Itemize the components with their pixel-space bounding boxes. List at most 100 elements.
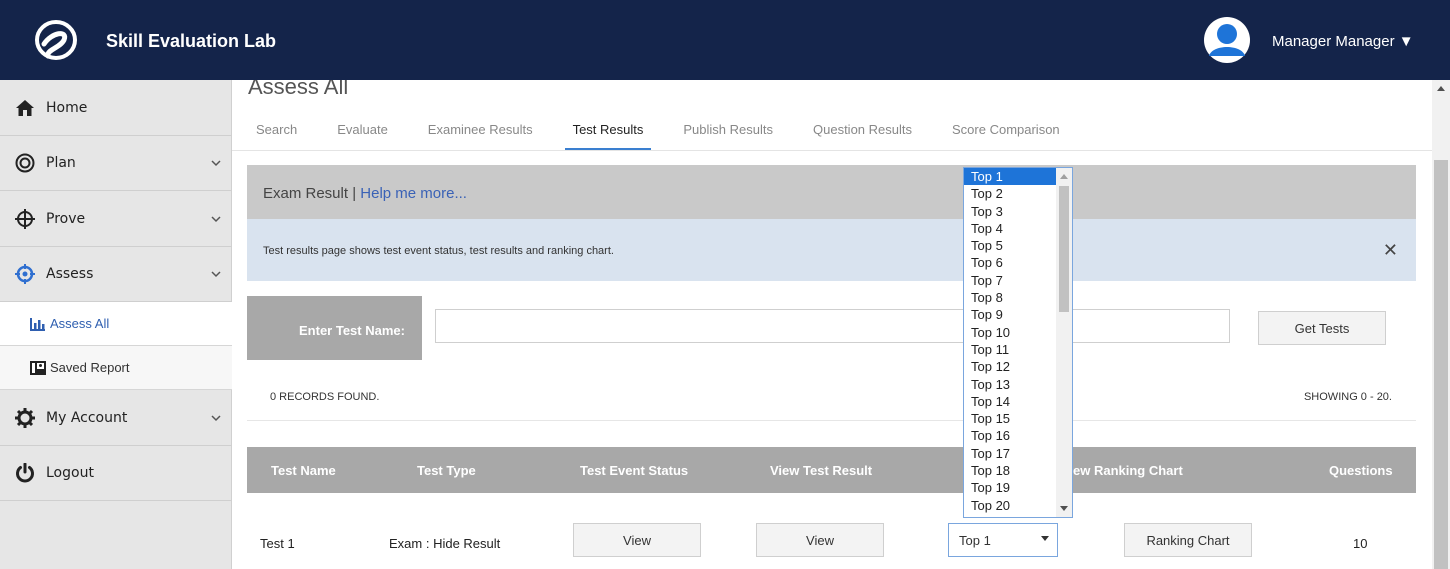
sidebar: Home Plan Prove Assess Assess All Saved …: [0, 80, 232, 569]
sidebar-item-label: Assess: [46, 266, 94, 282]
questions-cell: 10: [1353, 536, 1368, 551]
dropdown-option[interactable]: Top 4: [964, 220, 1056, 237]
dropdown-option[interactable]: Top 20: [964, 497, 1056, 514]
test-name-input[interactable]: [435, 309, 1230, 343]
tab-score-comparison[interactable]: Score Comparison: [944, 110, 1068, 150]
records-count: 0 RECORDS FOUND.: [270, 391, 380, 403]
scroll-down-icon[interactable]: [1060, 506, 1068, 511]
top-header: Skill Evaluation Lab Manager Manager ▼: [0, 0, 1450, 80]
dropdown-option[interactable]: Top 9: [964, 306, 1056, 323]
sidebar-item-label: Home: [46, 99, 88, 116]
chevron-down-icon[interactable]: [210, 412, 222, 424]
chevron-down-icon[interactable]: [210, 268, 222, 280]
dropdown-option[interactable]: Top 14: [964, 393, 1056, 410]
tab-evaluate[interactable]: Evaluate: [329, 110, 396, 150]
page-scrollbar[interactable]: [1432, 80, 1450, 569]
dropdown-option[interactable]: Top 10: [964, 324, 1056, 341]
home-icon: [14, 97, 36, 119]
table-row: Test 1 Exam : Hide Result View View Rank…: [247, 518, 1416, 568]
sidebar-item-label: Plan: [46, 155, 76, 171]
sidebar-item-prove[interactable]: Prove: [0, 191, 232, 247]
help-link[interactable]: Help me more...: [360, 185, 467, 202]
sidebar-subitem-label: Saved Report: [50, 360, 130, 375]
dropdown-option[interactable]: Top 15: [964, 410, 1056, 427]
column-header: Test Event Status: [580, 463, 689, 478]
dropdown-option[interactable]: Top 19: [964, 479, 1056, 496]
sidebar-item-logout[interactable]: Logout: [0, 446, 232, 501]
app-title[interactable]: Skill Evaluation Lab: [106, 31, 276, 52]
e-script-logo-icon[interactable]: [34, 18, 82, 62]
dropdown-option[interactable]: Top 7: [964, 272, 1056, 289]
dropdown-option[interactable]: Top 11: [964, 341, 1056, 358]
column-header: ew Ranking Chart: [1073, 463, 1183, 478]
sidebar-item-plan[interactable]: Plan: [0, 136, 232, 191]
dropdown-option[interactable]: Top 13: [964, 376, 1056, 393]
dropdown-option[interactable]: Top 2: [964, 185, 1056, 202]
dropdown-option[interactable]: Top 3: [964, 203, 1056, 220]
top-rank-dropdown-list[interactable]: Top 1 Top 2 Top 3 Top 4 Top 5 Top 6 Top 7 Top 8…: [963, 167, 1073, 518]
ranking-chart-button[interactable]: Ranking Chart: [1124, 523, 1252, 557]
sidebar-item-assess[interactable]: Assess: [0, 247, 232, 302]
dropdown-option[interactable]: Top 8: [964, 289, 1056, 306]
assess-target-icon: [14, 263, 36, 285]
chevron-down-icon[interactable]: [210, 157, 222, 169]
bar-chart-icon: [30, 317, 45, 331]
target-ring-icon: [14, 152, 36, 174]
panel-title: Exam Result |: [263, 185, 361, 202]
scroll-up-icon[interactable]: [1060, 174, 1068, 179]
sidebar-subitem-assess-all[interactable]: Assess All: [0, 302, 232, 346]
page-title: Assess All: [248, 80, 349, 99]
chevron-down-icon[interactable]: [210, 213, 222, 225]
sidebar-item-home[interactable]: Home: [0, 80, 232, 136]
scrollbar-thumb[interactable]: [1434, 160, 1448, 569]
test-type-cell: Exam : Hide Result: [389, 536, 501, 551]
power-icon: [14, 462, 36, 484]
chevron-down-icon: [1041, 536, 1049, 541]
showing-range: SHOWING 0 - 20.: [1303, 391, 1392, 403]
tab-test-results[interactable]: Test Results: [564, 110, 652, 150]
sidebar-item-label: Prove: [46, 210, 86, 227]
tab-question-results[interactable]: Question Results: [805, 110, 920, 150]
dropdown-option[interactable]: Top 12: [964, 358, 1056, 375]
user-avatar-icon[interactable]: [1196, 16, 1258, 64]
dropdown-option[interactable]: Top 16: [964, 427, 1056, 444]
top-rank-select[interactable]: Top 1: [948, 523, 1058, 557]
main-content: Assess All Search Evaluate Examinee Resu…: [232, 80, 1432, 569]
test-event-status-view-button[interactable]: View: [573, 523, 701, 557]
column-header: Test Type: [417, 463, 476, 478]
column-header: Questions: [1329, 463, 1393, 478]
sidebar-subitem-saved-report[interactable]: Saved Report: [0, 346, 232, 390]
tab-search[interactable]: Search: [248, 110, 305, 150]
dropdown-option[interactable]: Top 5: [964, 237, 1056, 254]
scroll-up-icon[interactable]: [1437, 86, 1445, 91]
tab-examinee-results[interactable]: Examinee Results: [420, 110, 541, 150]
crosshair-icon: [14, 208, 36, 230]
sidebar-item-label: Logout: [46, 465, 94, 481]
get-tests-button[interactable]: Get Tests: [1258, 311, 1386, 345]
tabs-divider: [232, 150, 1432, 151]
divider: [247, 420, 1416, 421]
gear-icon: [14, 407, 36, 429]
panel-header: Exam Result | Help me more...: [247, 165, 1416, 219]
dropdown-option[interactable]: Top 17: [964, 445, 1056, 462]
info-text: Test results page shows test event statu…: [263, 245, 614, 257]
close-icon[interactable]: ✕: [1383, 240, 1398, 261]
test-name-cell: Test 1: [260, 536, 295, 551]
tab-publish-results[interactable]: Publish Results: [675, 110, 781, 150]
dropdown-option[interactable]: Top 18: [964, 462, 1056, 479]
dropdown-scrollbar[interactable]: [1056, 168, 1072, 517]
search-label: Enter Test Name:: [247, 296, 422, 360]
view-test-result-button[interactable]: View: [756, 523, 884, 557]
column-header: View Test Result: [770, 463, 873, 478]
report-icon: [30, 360, 46, 375]
dropdown-option[interactable]: Top 6: [964, 254, 1056, 271]
select-value: Top 1: [959, 533, 991, 548]
sidebar-item-label: My Account: [46, 409, 128, 426]
sidebar-item-my-account[interactable]: My Account: [0, 390, 232, 446]
table-header: Test Name Test Type Test Event Status Vi…: [247, 447, 1416, 493]
user-menu[interactable]: Manager Manager ▼: [1272, 33, 1414, 50]
sidebar-subitem-label: Assess All: [50, 316, 110, 331]
scrollbar-thumb[interactable]: [1059, 186, 1069, 312]
info-bar: Test results page shows test event statu…: [247, 219, 1416, 281]
dropdown-option[interactable]: Top 1: [964, 168, 1056, 186]
